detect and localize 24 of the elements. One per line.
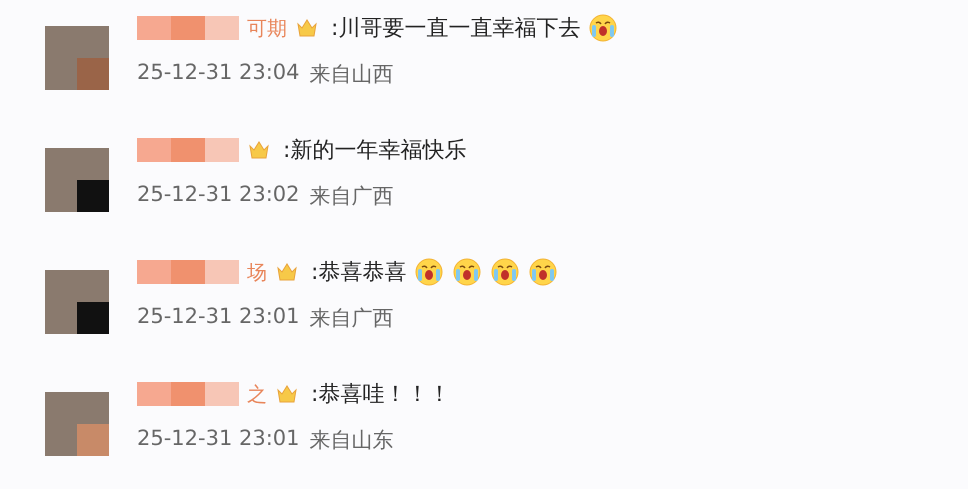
avatar-placeholder xyxy=(45,148,109,212)
comment-time: 25-12-31 23:01 xyxy=(137,304,300,330)
crying-face-icon xyxy=(490,257,520,287)
username-fragment: 之 xyxy=(247,380,267,408)
comment-text: :川哥要一直一直幸福下去 xyxy=(331,15,580,43)
comment-time: 25-12-31 23:04 xyxy=(137,60,300,86)
avatar-placeholder xyxy=(45,270,109,334)
comment-time: 25-12-31 23:01 xyxy=(137,426,300,452)
avatar-placeholder xyxy=(45,26,109,90)
comment-text: :恭喜哇！！！ xyxy=(311,381,450,409)
comment-location: 来自广西 xyxy=(310,183,394,210)
crying-face-icon xyxy=(588,13,618,43)
avatar-placeholder xyxy=(45,392,109,456)
crying-face-icon xyxy=(528,257,558,287)
crying-face-icon xyxy=(414,257,444,287)
comment-time: 25-12-31 23:02 xyxy=(137,182,300,208)
username-fragment: 可期 xyxy=(247,14,287,42)
comment-location: 来自广西 xyxy=(310,305,394,332)
comment-location: 来自山东 xyxy=(310,427,394,454)
comment-location: 来自山西 xyxy=(310,61,394,88)
username-fragment: 场 xyxy=(247,258,267,286)
comment-text: :恭喜恭喜 xyxy=(311,259,406,287)
crying-face-icon xyxy=(452,257,482,287)
comment-text: :新的一年幸福快乐 xyxy=(283,137,466,165)
